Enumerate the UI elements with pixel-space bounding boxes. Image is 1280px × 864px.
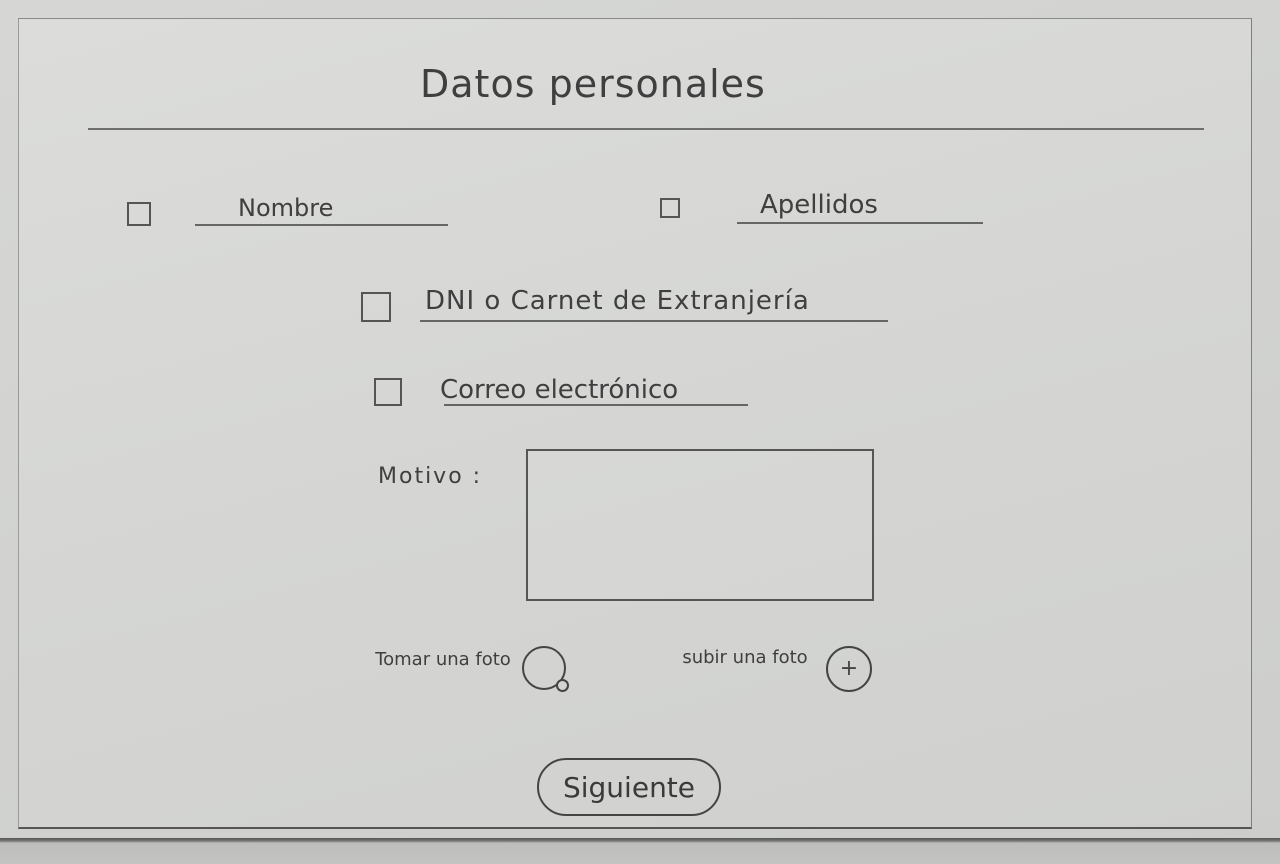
dni-underline [420, 320, 888, 322]
motivo-textarea[interactable] [526, 449, 874, 601]
plus-symbol: + [839, 656, 859, 681]
nombre-underline [195, 224, 448, 226]
nombre-checkbox[interactable] [127, 202, 151, 226]
next-button[interactable]: Siguiente [537, 758, 721, 816]
camera-icon[interactable] [522, 646, 569, 692]
correo-checkbox[interactable] [374, 378, 402, 406]
sheet-bottom-edge [0, 838, 1280, 864]
correo-field[interactable]: Correo electrónico [440, 375, 678, 405]
take-photo-label: Tomar una foto [375, 649, 511, 670]
dni-checkbox[interactable] [361, 292, 391, 322]
next-button-label: Siguiente [562, 770, 696, 804]
dni-field[interactable]: DNI o Carnet de Extranjería [425, 286, 810, 316]
correo-underline [444, 404, 748, 406]
apellidos-underline [737, 222, 983, 224]
upload-photo-label: subir una foto [682, 647, 808, 668]
apellidos-field[interactable]: Apellidos [760, 190, 878, 220]
title-divider [88, 128, 1204, 130]
form-sheet [18, 18, 1252, 829]
nombre-field[interactable]: Nombre [238, 194, 333, 222]
motivo-label: Motivo : [378, 464, 483, 489]
page-title: Datos personales [420, 62, 766, 106]
plus-circle-icon[interactable]: + [826, 646, 872, 692]
apellidos-checkbox[interactable] [660, 198, 680, 218]
